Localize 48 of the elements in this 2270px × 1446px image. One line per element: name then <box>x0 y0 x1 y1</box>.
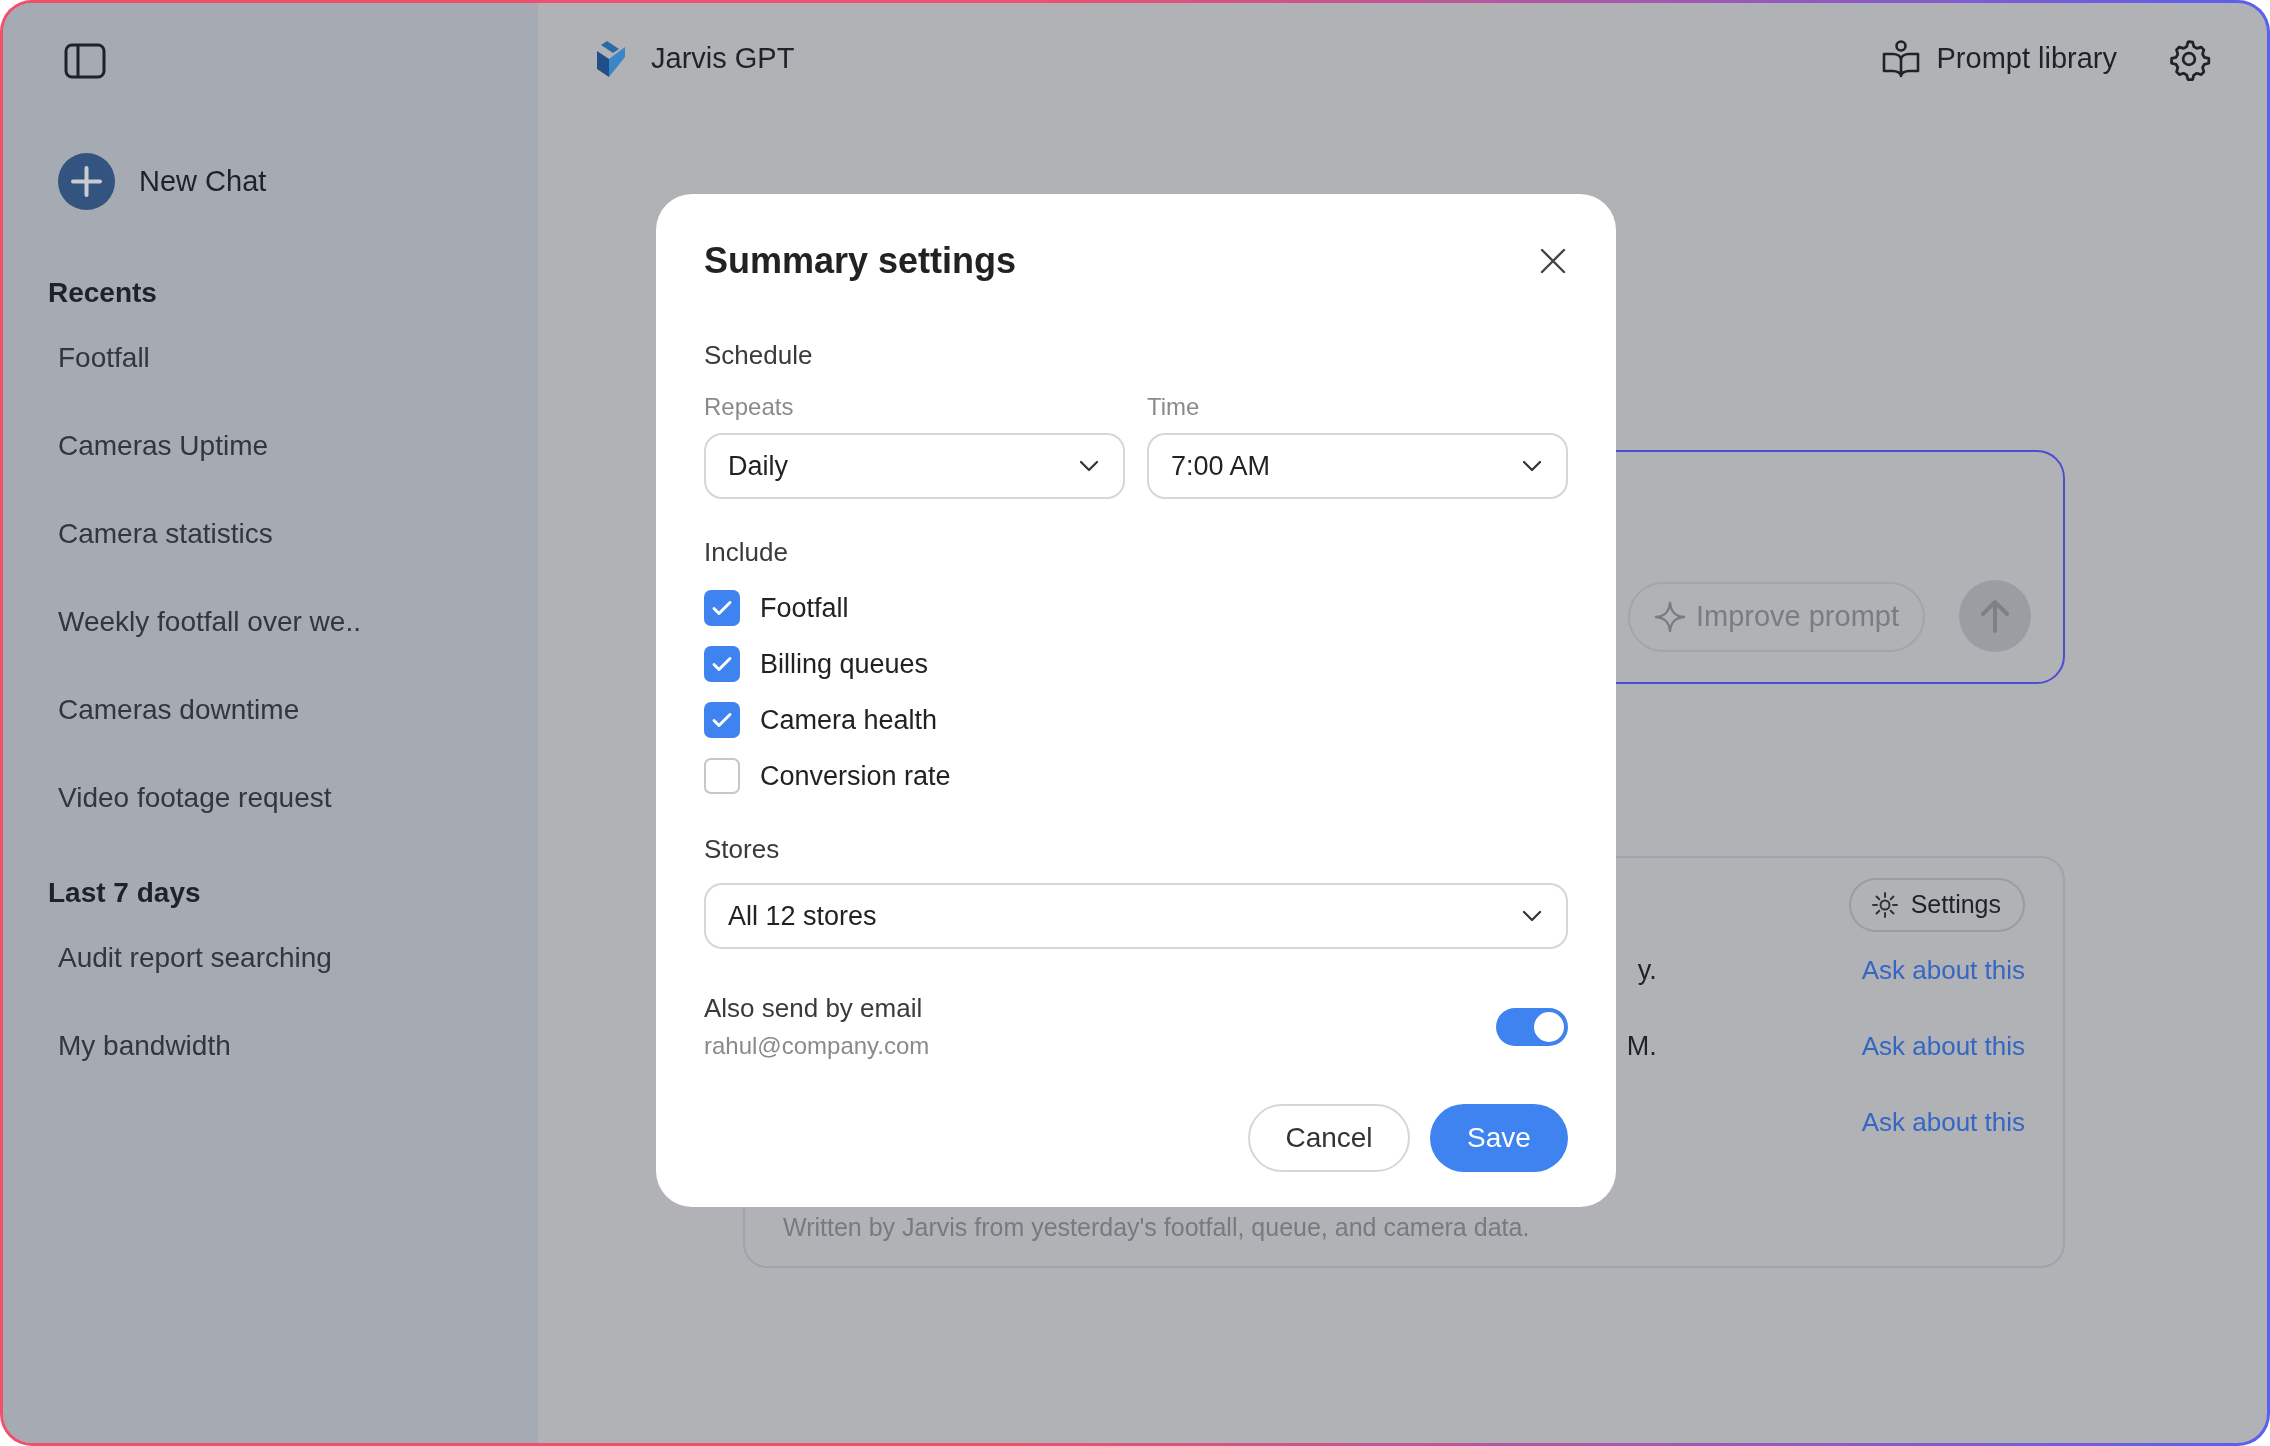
close-button[interactable] <box>1538 246 1568 276</box>
sidebar-toggle-icon[interactable] <box>64 43 106 79</box>
toggle-switch[interactable] <box>1496 1007 1568 1046</box>
field-label: Time <box>1147 392 1201 422</box>
app-title: Jarvis GPT <box>651 41 795 77</box>
chat-history-item[interactable]: Weekly footfall over we.. <box>58 578 361 666</box>
dropdown-field[interactable]: 7:00 AM <box>1147 433 1568 499</box>
checkbox-label: Camera health <box>760 703 938 737</box>
checkbox[interactable] <box>704 758 740 794</box>
summary-text: M. <box>1626 1030 1657 1061</box>
section-heading: Recents <box>48 276 158 310</box>
open-book-icon <box>1880 39 1921 79</box>
checkbox-label: Footfall <box>760 591 849 625</box>
email-option-label: Also send by email <box>704 992 924 1025</box>
chat-history-item[interactable]: Footfall <box>58 314 150 402</box>
dropdown-field[interactable]: Daily <box>704 433 1125 499</box>
chat-history-item[interactable]: My bandwidth <box>58 1002 231 1090</box>
cancel-button[interactable]: Cancel <box>1248 1104 1410 1172</box>
sparkle-icon <box>1653 601 1686 633</box>
chat-history-item[interactable]: Cameras downtime <box>58 666 300 754</box>
close-icon <box>1538 246 1568 276</box>
checkbox[interactable] <box>704 702 740 738</box>
chat-history-item[interactable]: Video footage request <box>58 754 332 842</box>
field-label: Repeats <box>704 392 795 422</box>
chat-history-item[interactable]: Camera statistics <box>58 490 273 578</box>
settings-button[interactable]: Settings <box>1848 878 2025 932</box>
checkbox-label: Conversion rate <box>760 759 951 793</box>
section-label: Schedule <box>704 339 814 372</box>
summary-footnote: Written by Jarvis from yesterday's footfall, queue, and camera data. <box>783 1211 1531 1243</box>
sun-icon <box>1870 891 1899 919</box>
save-button[interactable]: Save <box>1430 1104 1568 1172</box>
checkbox[interactable] <box>704 590 740 626</box>
chat-history-item[interactable]: Audit report searching <box>58 914 332 1002</box>
prompt-library-button[interactable]: Prompt library <box>1880 37 2117 81</box>
new-chat-button[interactable]: New Chat <box>58 153 267 210</box>
section-heading: Last 7 days <box>48 876 202 910</box>
section-label: Include <box>704 536 789 569</box>
settings-icon[interactable] <box>2167 37 2211 81</box>
email-address: rahul@company.com <box>704 1031 930 1061</box>
chat-history-item[interactable]: Cameras Uptime <box>58 402 269 490</box>
summary-text: y. <box>1637 954 1657 985</box>
dropdown-field[interactable]: All 12 stores <box>704 883 1568 949</box>
arrow-up-icon <box>1980 599 2010 633</box>
checkbox[interactable] <box>704 646 740 682</box>
section-label: Stores <box>704 833 781 866</box>
dialog-title: Summary settings <box>704 239 1017 283</box>
plus-icon <box>58 153 115 210</box>
checkbox-label: Billing queues <box>760 647 929 681</box>
